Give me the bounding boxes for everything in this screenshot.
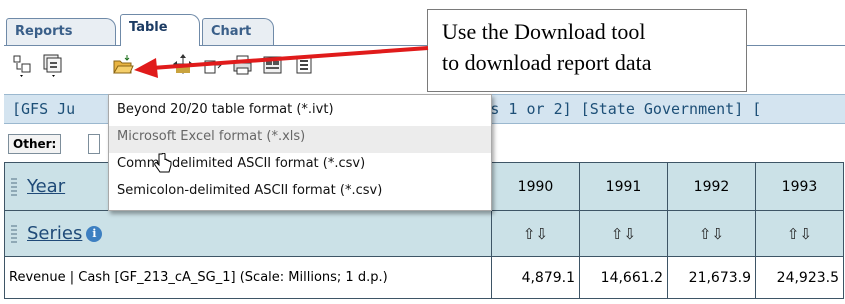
value-cell: 14,661.2 — [579, 256, 668, 299]
menu-item-csv-semicolon[interactable]: Semicolon-delimited ASCII format (*.csv) — [109, 180, 491, 207]
red-arrow-icon — [134, 46, 429, 78]
year-1992[interactable]: 1992 — [667, 162, 756, 211]
year-1993[interactable]: 1993 — [755, 162, 844, 211]
sort-arrows-icon[interactable]: ⇧⇩ — [755, 210, 844, 257]
year-dimension-link[interactable]: Year — [27, 176, 65, 197]
series-header-row: Series i ⇧⇩ ⇧⇩ ⇧⇩ ⇧⇩ — [4, 210, 844, 257]
value-cell: 24,923.5 — [755, 256, 844, 299]
tab-reports[interactable]: Reports — [6, 18, 116, 46]
callout-line-2: to download report data — [442, 50, 652, 75]
drag-handle-icon[interactable] — [11, 178, 17, 196]
drag-handle-icon[interactable] — [11, 225, 17, 243]
value-cell: 4,879.1 — [491, 256, 580, 299]
series-dimension-link[interactable]: Series — [27, 223, 82, 244]
year-1991[interactable]: 1991 — [579, 162, 668, 211]
value-cell: 21,673.9 — [667, 256, 756, 299]
table-row: Revenue | Cash [GF_213_cA_SG_1] (Scale: … — [4, 256, 844, 299]
report-title-left: [GFS Ju — [12, 100, 76, 118]
hand-cursor-icon — [154, 152, 172, 179]
series-dimension-cell: Series i — [4, 210, 492, 257]
info-icon[interactable]: i — [86, 226, 103, 242]
year-1990[interactable]: 1990 — [491, 162, 580, 211]
other-label: Other: — [8, 134, 62, 154]
sort-arrows-icon[interactable]: ⇧⇩ — [579, 210, 668, 257]
pivot-icon[interactable] — [12, 53, 34, 77]
layout-icon[interactable] — [42, 53, 64, 77]
report-title-right: bles 1 or 2] [State Government] [ — [463, 100, 762, 118]
sort-arrows-icon[interactable]: ⇧⇩ — [491, 210, 580, 257]
menu-item-ivt[interactable]: Beyond 20/20 table format (*.ivt) — [109, 99, 491, 126]
other-select[interactable] — [88, 134, 100, 154]
instruction-callout: Use the Download tool to download report… — [427, 9, 747, 92]
sort-arrows-icon[interactable]: ⇧⇩ — [667, 210, 756, 257]
row-label: Revenue | Cash [GF_213_cA_SG_1] (Scale: … — [4, 256, 492, 299]
menu-item-xls[interactable]: Microsoft Excel format (*.xls) — [109, 126, 491, 153]
callout-line-1: Use the Download tool — [442, 19, 646, 44]
